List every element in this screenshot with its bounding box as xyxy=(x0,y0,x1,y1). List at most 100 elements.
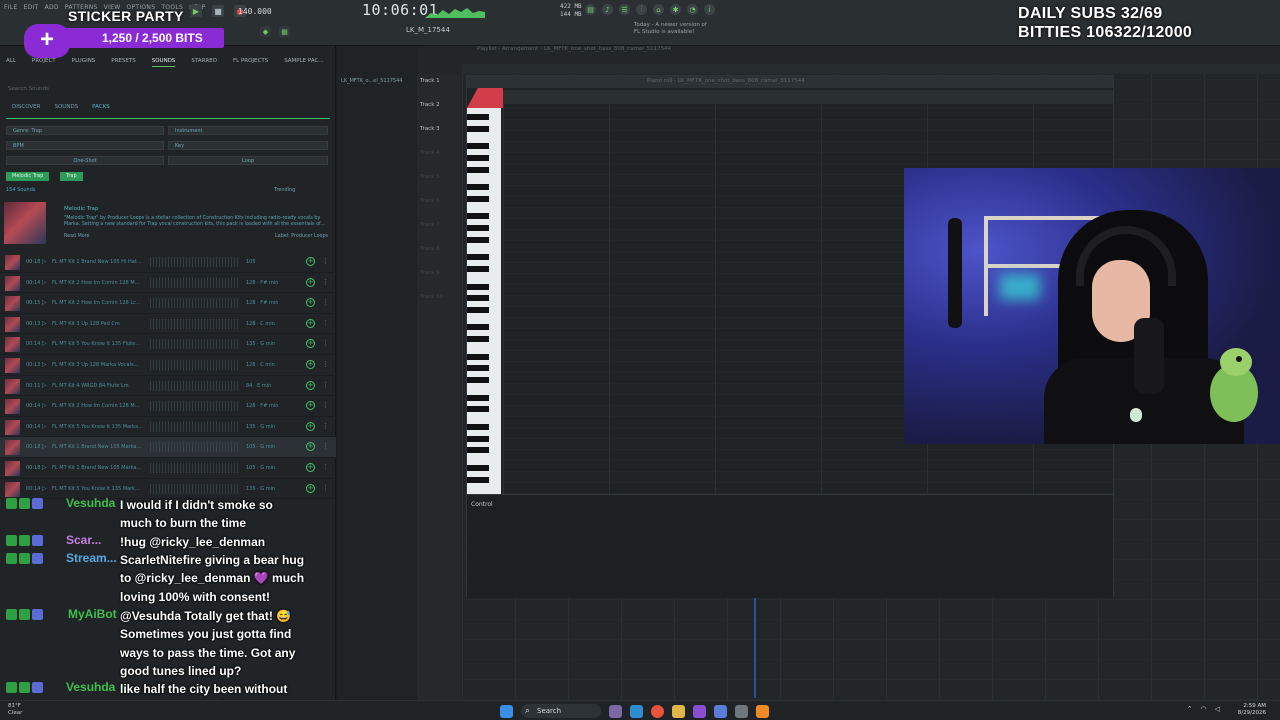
more-icon[interactable]: ⋮ xyxy=(322,442,329,450)
instrument-filter[interactable]: Instrument xyxy=(168,126,328,135)
chat-username[interactable]: Scar... xyxy=(66,533,101,547)
sample-row[interactable]: 00:14 ▷ FL MT Kit 2 How Im Comin 128 M... 1… xyxy=(0,273,336,294)
sample-row[interactable]: 00:13 ▷ FL MT Kit 3 Up 128 Marka Vocals...… xyxy=(0,355,336,376)
black-key[interactable] xyxy=(467,213,489,220)
black-key[interactable] xyxy=(467,435,489,442)
black-key[interactable] xyxy=(467,225,489,231)
taskbar-clock[interactable]: 2:59 AM 8/29/2026 xyxy=(1238,703,1266,717)
add-icon[interactable]: + xyxy=(306,359,315,369)
mixer-icon[interactable]: ⫶ xyxy=(636,4,647,15)
tab-starred[interactable]: STARRED xyxy=(191,58,217,67)
tab-presets[interactable]: PRESETS xyxy=(111,58,135,67)
black-key[interactable] xyxy=(467,265,489,272)
black-key[interactable] xyxy=(467,365,489,372)
sort-dropdown[interactable]: Trending xyxy=(274,187,295,193)
subtab-packs[interactable]: PACKS xyxy=(92,104,110,110)
more-icon[interactable]: ⋮ xyxy=(322,463,329,471)
add-icon[interactable]: + xyxy=(306,277,315,287)
sample-name[interactable]: FL MT Kit 2 How Im Comin 128 Lc... xyxy=(52,300,141,306)
pattern-selector[interactable]: LK_M_17544 xyxy=(406,26,450,34)
play-icon[interactable]: ▷ xyxy=(42,423,47,430)
add-icon[interactable]: + xyxy=(306,257,315,266)
menu-file[interactable]: FILE xyxy=(4,4,18,11)
info-icon[interactable]: i xyxy=(704,4,715,15)
loop-filter[interactable]: Loop xyxy=(168,156,328,165)
control-label[interactable]: Control xyxy=(471,501,493,508)
chat-username[interactable]: Stream... xyxy=(66,551,117,565)
more-icon[interactable]: ⋮ xyxy=(322,381,329,389)
black-key[interactable] xyxy=(467,447,489,454)
sample-name[interactable]: FL MT Kit 5 You Know It 135 Mark... xyxy=(52,486,140,492)
sample-row[interactable]: 00:15 ▷ FL MT Kit 2 How Im Comin 128 Lc...… xyxy=(0,293,336,314)
pack-card[interactable]: Melodic Trap "Melodic Trap" by Producer … xyxy=(4,202,332,246)
black-key[interactable] xyxy=(467,166,489,173)
genre-filter[interactable]: Genre: Trap xyxy=(6,126,164,135)
chat-username[interactable]: Vesuhda xyxy=(66,680,115,694)
black-key[interactable] xyxy=(467,254,489,261)
channel-rack-icon[interactable]: ☰ xyxy=(619,4,630,15)
more-icon[interactable]: ⋮ xyxy=(322,484,329,492)
play-icon[interactable]: ▷ xyxy=(42,258,47,265)
sound-search-input[interactable]: Search Sounds xyxy=(8,86,328,96)
sample-name[interactable]: FL MT Kit 3 Up 128 Marka Vocals... xyxy=(52,362,138,368)
sample-name[interactable]: FL MT Kit 1 Brand New 105 Marka... xyxy=(52,444,141,450)
black-key[interactable] xyxy=(467,353,489,360)
file-explorer-icon[interactable] xyxy=(672,704,685,718)
play-icon[interactable]: ▷ xyxy=(42,464,47,471)
more-icon[interactable]: ⋮ xyxy=(322,278,329,286)
play-icon[interactable]: ▷ xyxy=(42,320,47,327)
track-header[interactable]: Track 6 xyxy=(420,198,440,204)
sample-row[interactable]: 00:11 ▷ FL MT Kit 4 WRGD 84 Flute Lm 84 · E… xyxy=(0,376,336,397)
sample-row[interactable]: 00:18 ▷ FL MT Kit 1 Brand New 105 Marka...… xyxy=(0,437,336,458)
tab-sample-packs[interactable]: SAMPLE PAC... xyxy=(284,58,323,67)
bpm-filter[interactable]: BPM xyxy=(6,141,164,150)
track-header[interactable]: Track 9 xyxy=(420,270,440,276)
black-key[interactable] xyxy=(467,154,489,161)
piano-roll-ruler[interactable] xyxy=(503,90,1113,104)
black-key[interactable] xyxy=(467,125,489,132)
settings-icon[interactable] xyxy=(735,704,748,718)
tab-fl-projects[interactable]: FL PROJECTS xyxy=(233,58,268,67)
chat-username[interactable]: Vesuhda xyxy=(66,496,115,510)
more-icon[interactable]: ⋮ xyxy=(322,339,329,347)
black-key[interactable] xyxy=(467,184,489,191)
sample-row[interactable]: 00:14 ▷ FL MT Kit 5 You Know It 135 Flute.… xyxy=(0,334,336,355)
track-header[interactable]: Track 10 xyxy=(420,294,443,300)
sample-row[interactable]: 00:13 ▷ FL MT Kit 3 Up 128 Pad Cm 128 · C m… xyxy=(0,314,336,335)
sample-name[interactable]: FL MT Kit 2 How Im Comin 128 M... xyxy=(52,403,139,409)
start-icon[interactable] xyxy=(500,704,513,718)
taskbar-search[interactable]: Search xyxy=(521,704,601,718)
discord-icon[interactable] xyxy=(714,704,727,718)
add-icon[interactable]: + xyxy=(306,421,315,431)
sample-name[interactable]: FL MT Kit 1 Brand New 105 Marka... xyxy=(52,465,141,471)
black-key[interactable] xyxy=(467,143,489,150)
channel-name[interactable]: LK_MFTK_o...el_5117544 xyxy=(341,78,402,84)
black-key[interactable] xyxy=(467,336,489,343)
volume-icon[interactable]: ◁ xyxy=(1215,705,1220,713)
more-icon[interactable]: ⋮ xyxy=(322,422,329,430)
play-icon[interactable]: ▷ xyxy=(42,299,47,306)
tab-all[interactable]: ALL xyxy=(6,58,16,67)
black-key[interactable] xyxy=(467,394,489,401)
tempo-display[interactable]: 140.000 xyxy=(238,7,272,16)
add-icon[interactable]: + xyxy=(306,380,315,390)
update-notice[interactable]: Today - A newer version of FL Studio is … xyxy=(634,22,707,36)
more-icon[interactable]: ⋮ xyxy=(322,360,329,368)
pattern-icon[interactable]: ▦ xyxy=(279,26,290,37)
event-editor[interactable]: Control xyxy=(467,494,1113,598)
track-header[interactable]: Track 8 xyxy=(420,246,440,252)
read-more-link[interactable]: Read More xyxy=(64,234,89,239)
fl-studio-icon[interactable] xyxy=(756,704,769,718)
tab-plugins[interactable]: PLUGINS xyxy=(72,58,96,67)
play-icon[interactable]: ▷ xyxy=(42,340,47,347)
black-key[interactable] xyxy=(467,406,489,413)
sample-name[interactable]: FL MT Kit 1 Brand New 105 Hi Hat... xyxy=(52,259,142,265)
add-icon[interactable]: + xyxy=(306,442,315,452)
tab-sounds[interactable]: SOUNDS xyxy=(151,58,176,67)
sample-name[interactable]: FL MT Kit 5 You Know It 135 Marka... xyxy=(52,424,143,430)
play-icon[interactable]: ▷ xyxy=(42,361,47,368)
chevron-up-icon[interactable]: ⌃ xyxy=(1187,705,1193,713)
black-key[interactable] xyxy=(467,377,489,384)
more-icon[interactable]: ⋮ xyxy=(322,257,329,265)
play-icon[interactable]: ▷ xyxy=(42,382,47,389)
